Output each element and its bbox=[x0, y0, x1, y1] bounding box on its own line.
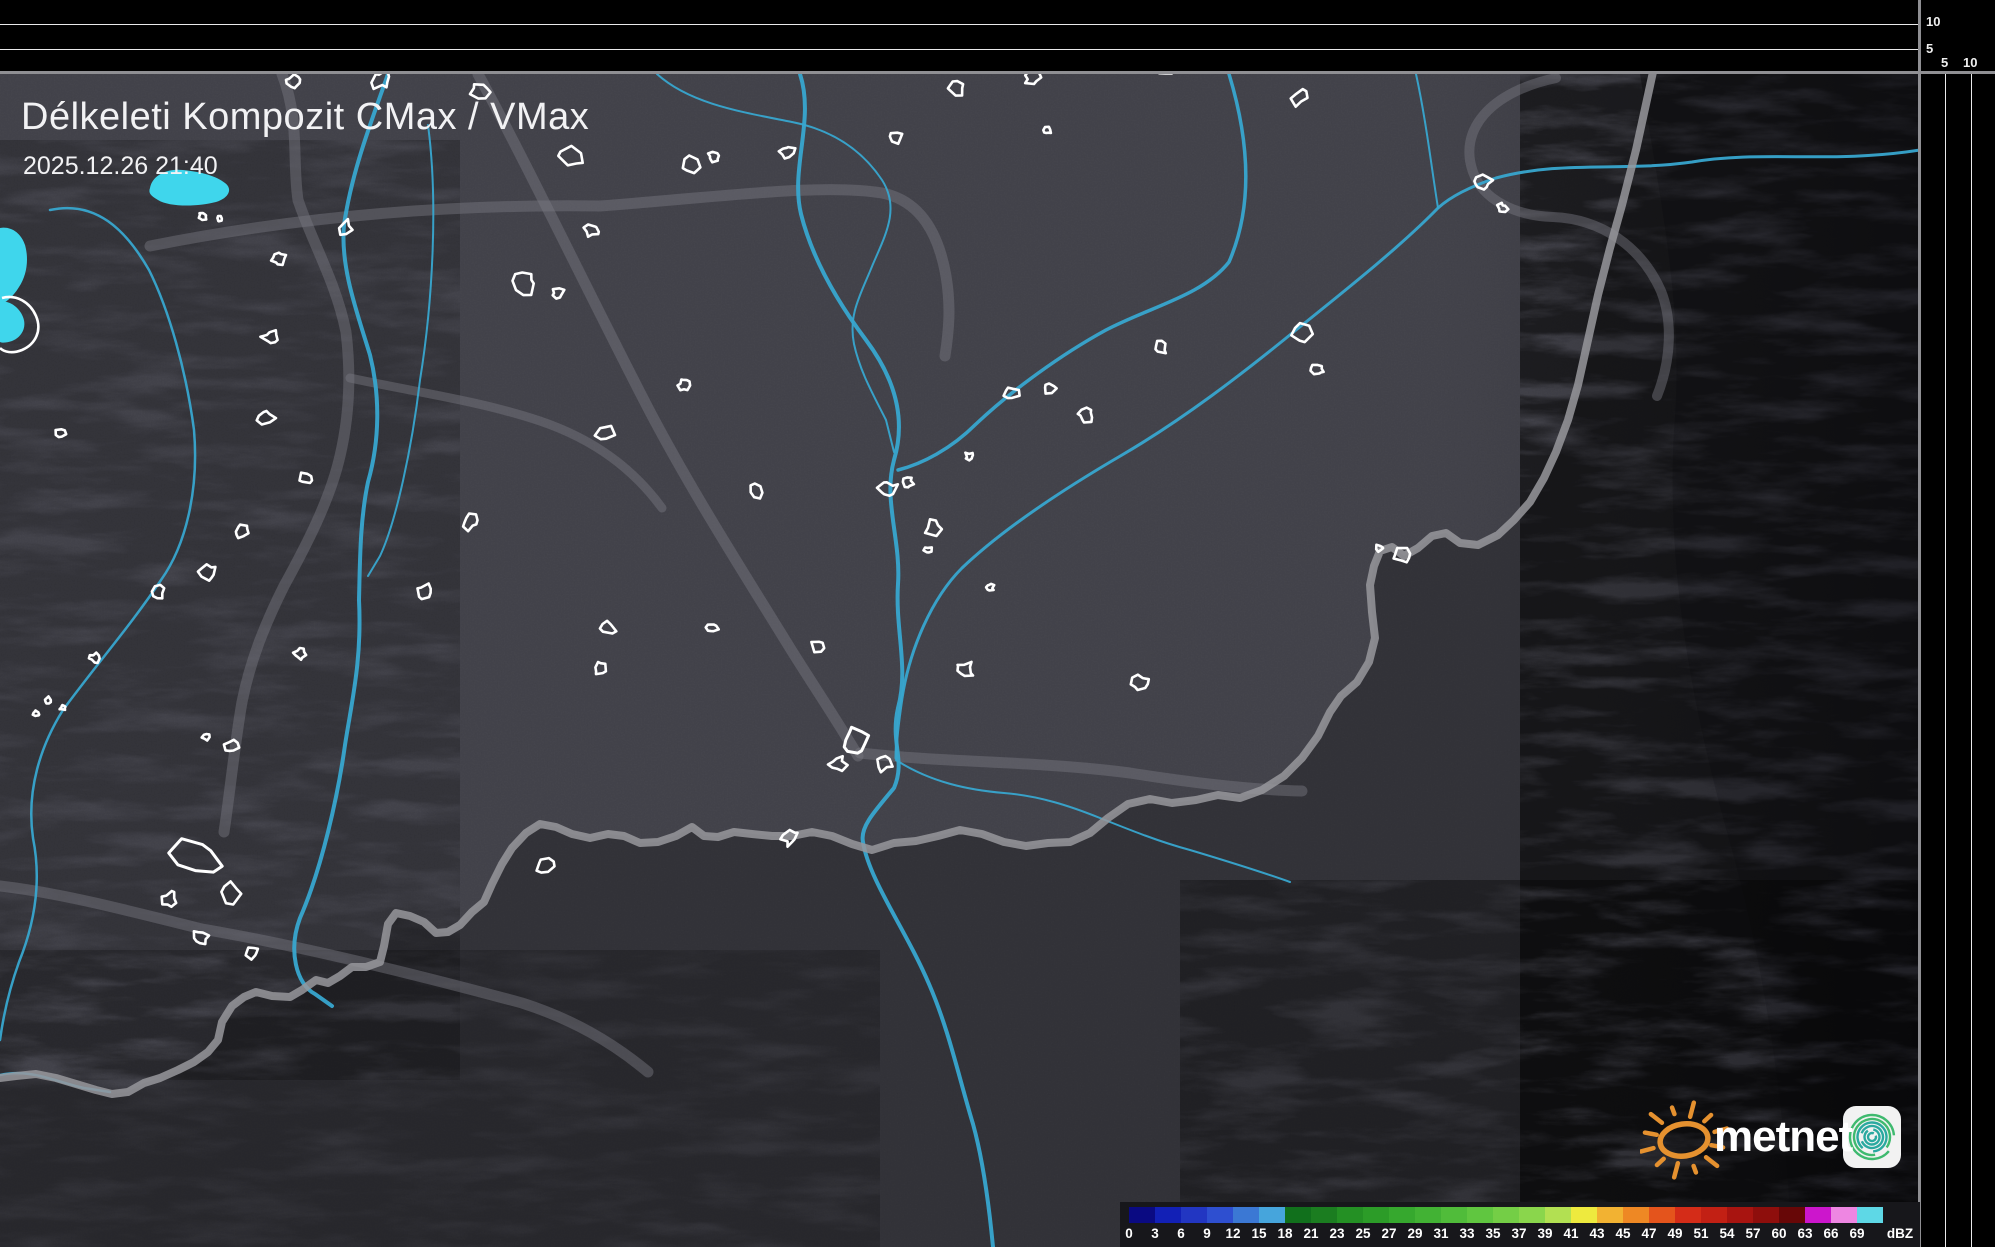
colorbar-cell-27 bbox=[1389, 1207, 1415, 1223]
colorbar-cell-45 bbox=[1623, 1207, 1649, 1223]
colorbar-cell-41 bbox=[1571, 1207, 1597, 1223]
metnet-logo: metnet bbox=[1640, 1092, 1908, 1180]
top-axis-tick-5: 5 bbox=[1926, 41, 1933, 56]
logo-wordmark: metnet bbox=[1714, 1112, 1852, 1162]
colorbar-cell-51 bbox=[1701, 1207, 1727, 1223]
page-title: Délkeleti Kompozit CMax / VMax bbox=[21, 96, 589, 139]
colorbar-cell-12 bbox=[1233, 1207, 1259, 1223]
colorbar-cell-43 bbox=[1597, 1207, 1623, 1223]
height-gridline-5km bbox=[0, 49, 1919, 50]
colorbar-cell-47 bbox=[1649, 1207, 1675, 1223]
colorbar-label: 69 bbox=[1840, 1226, 1874, 1241]
colorbar-cell-3 bbox=[1155, 1207, 1181, 1223]
colorbar-cell-21 bbox=[1311, 1207, 1337, 1223]
vmax-top-profile-panel: 10 5 5 10 bbox=[0, 0, 1995, 71]
colorbar-cell-15 bbox=[1259, 1207, 1285, 1223]
vmax-side-profile-panel bbox=[1922, 74, 1995, 1247]
timestamp: 2025.12.26 21:40 bbox=[23, 152, 218, 181]
colorbar-cell-39 bbox=[1545, 1207, 1571, 1223]
colorbar-cell-69 bbox=[1857, 1207, 1883, 1223]
colorbar-cell-31 bbox=[1441, 1207, 1467, 1223]
colorbar-cell-54 bbox=[1727, 1207, 1753, 1223]
radar-composite-screen: 10 5 5 10 Délkeleti Kompozit CMax / VMax… bbox=[0, 0, 1995, 1247]
height-gridline-10km bbox=[0, 24, 1919, 25]
height-gridline-10km bbox=[1971, 74, 1972, 1247]
colorbar-cell-18 bbox=[1285, 1207, 1311, 1223]
top-axis-tick-10: 10 bbox=[1926, 14, 1940, 29]
colorbar-cell-0 bbox=[1129, 1207, 1155, 1223]
colorbar-cell-9 bbox=[1207, 1207, 1233, 1223]
colorbar-cell-60 bbox=[1779, 1207, 1805, 1223]
height-gridline-5km bbox=[1945, 74, 1946, 1247]
colorbar-cell-63 bbox=[1805, 1207, 1831, 1223]
colorbar-cell-37 bbox=[1519, 1207, 1545, 1223]
colorbar-cell-25 bbox=[1363, 1207, 1389, 1223]
colorbar-cell-66 bbox=[1831, 1207, 1857, 1223]
colorbar-cell-23 bbox=[1337, 1207, 1363, 1223]
right-axis-tick-10: 10 bbox=[1963, 55, 1977, 70]
colorbar-cell-6 bbox=[1181, 1207, 1207, 1223]
colorbar-cell-35 bbox=[1493, 1207, 1519, 1223]
radar-map bbox=[0, 0, 1920, 1247]
right-axis-tick-5: 5 bbox=[1941, 55, 1948, 70]
colorbar-cell-29 bbox=[1415, 1207, 1441, 1223]
colorbar-cell-49 bbox=[1675, 1207, 1701, 1223]
colorbar-unit-label: dBZ bbox=[1878, 1226, 1922, 1241]
settlement-outline bbox=[60, 705, 66, 710]
dbz-colorbar: 0369121518212325272931333537394143454749… bbox=[1120, 1202, 1920, 1247]
colorbar-cell-33 bbox=[1467, 1207, 1493, 1223]
map-right-frame bbox=[1918, 0, 1921, 1247]
map-top-frame bbox=[0, 71, 1995, 74]
colorbar-cell-57 bbox=[1753, 1207, 1779, 1223]
